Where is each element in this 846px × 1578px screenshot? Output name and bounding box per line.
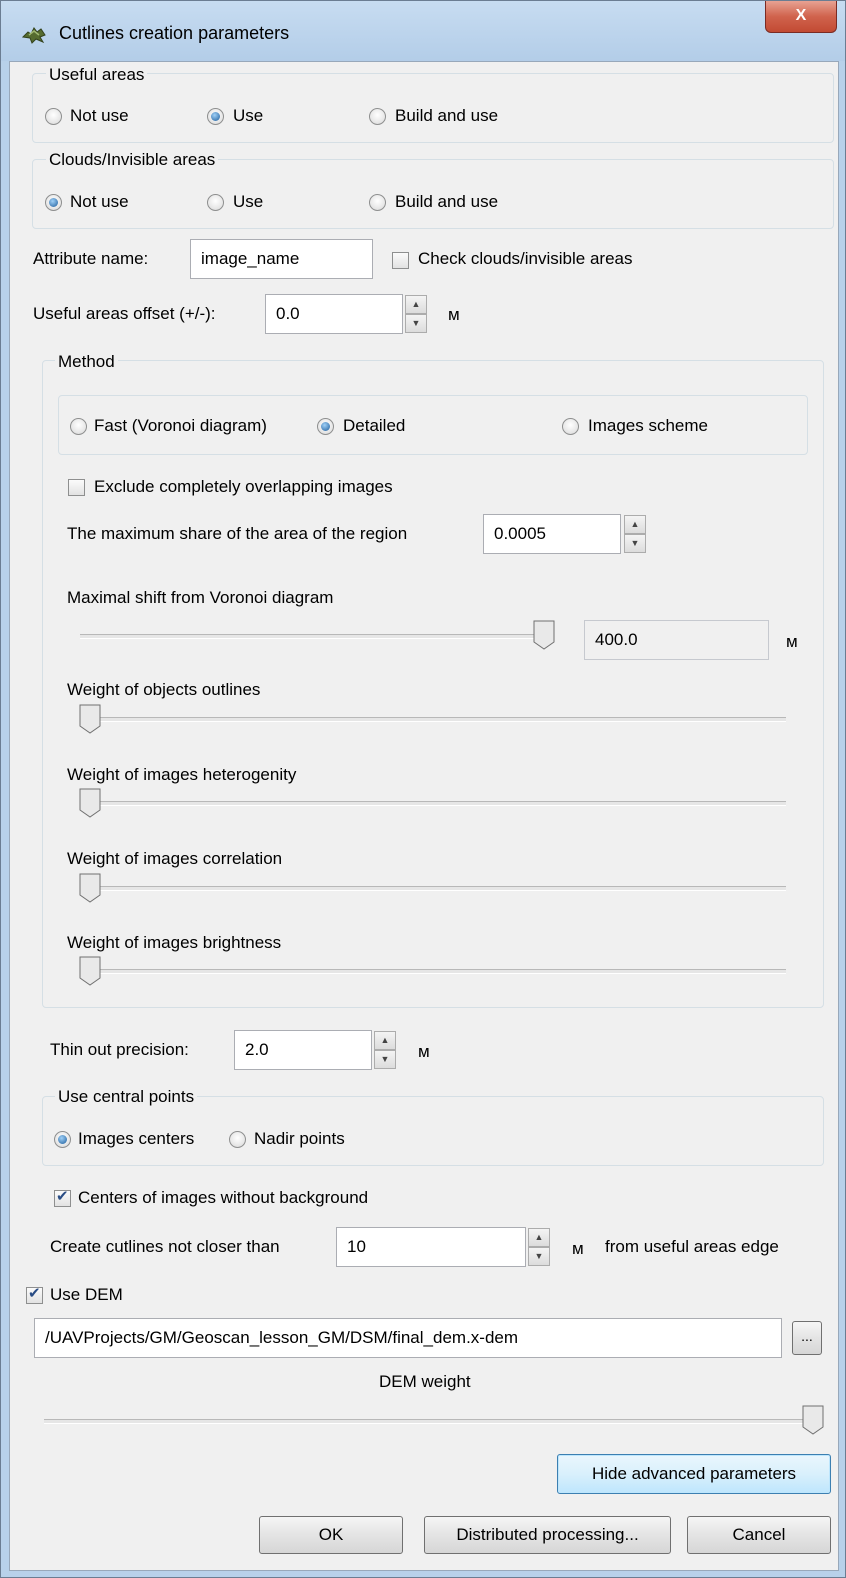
useful-areas-use-radio[interactable] <box>207 108 224 125</box>
use-dem-label[interactable]: Use DEM <box>50 1285 123 1305</box>
images-centers-radio[interactable] <box>54 1131 71 1148</box>
exclude-overlapping-label[interactable]: Exclude completely overlapping images <box>94 477 393 497</box>
dem-path-input[interactable]: /UAVProjects/GM/Geoscan_lesson_GM/DSM/fi… <box>34 1318 782 1358</box>
weight-brightness-track[interactable] <box>80 969 786 974</box>
cutlines-distance-stepper[interactable]: ▲ ▼ <box>528 1228 550 1266</box>
attribute-name-input[interactable]: image_name <box>190 239 373 279</box>
attribute-name-label: Attribute name: <box>33 249 149 268</box>
weight-correlation-slider-handle[interactable] <box>79 873 101 903</box>
check-clouds-checkbox[interactable] <box>392 252 409 269</box>
method-fast-label[interactable]: Fast (Voronoi diagram) <box>94 416 267 436</box>
offset-input[interactable]: 0.0 <box>265 294 403 334</box>
spin-down-icon[interactable]: ▼ <box>624 534 646 553</box>
close-button[interactable]: X <box>765 1 837 33</box>
hide-advanced-button[interactable]: Hide advanced parameters <box>557 1454 831 1494</box>
thin-out-label: Thin out precision: <box>50 1040 189 1059</box>
method-detailed-radio[interactable] <box>317 418 334 435</box>
spin-up-icon[interactable]: ▲ <box>405 295 427 314</box>
check-clouds-label[interactable]: Check clouds/invisible areas <box>418 249 633 269</box>
cutlines-distance-label: Create cutlines not closer than <box>50 1237 280 1256</box>
max-shift-value-field: 400.0 <box>584 620 769 660</box>
spin-up-icon[interactable]: ▲ <box>624 515 646 534</box>
offset-stepper[interactable]: ▲ ▼ <box>405 295 427 333</box>
method-label: Method <box>55 352 118 372</box>
spin-down-icon[interactable]: ▼ <box>528 1247 550 1266</box>
dem-weight-label: DEM weight <box>379 1372 471 1391</box>
offset-unit: м <box>448 305 460 324</box>
centers-background-label[interactable]: Centers of images without background <box>78 1188 368 1208</box>
spin-up-icon[interactable]: ▲ <box>528 1228 550 1247</box>
clouds-not-use-label[interactable]: Not use <box>70 192 129 212</box>
max-shift-unit: м <box>786 632 798 651</box>
dem-weight-slider-handle[interactable] <box>802 1405 824 1435</box>
weight-objects-track[interactable] <box>80 717 786 722</box>
cutlines-distance-input[interactable]: 10 <box>336 1227 526 1267</box>
method-fast-radio[interactable] <box>70 418 87 435</box>
weight-heterogenity-slider-handle[interactable] <box>79 788 101 818</box>
weight-objects-slider-handle[interactable] <box>79 704 101 734</box>
thin-out-unit: м <box>418 1042 430 1061</box>
max-shift-track[interactable] <box>80 634 546 639</box>
nadir-points-label[interactable]: Nadir points <box>254 1129 345 1149</box>
weight-heterogenity-label: Weight of images heterogenity <box>67 765 297 784</box>
clouds-use-radio[interactable] <box>207 194 224 211</box>
cutlines-distance-unit: м <box>572 1239 584 1258</box>
ok-button[interactable]: OK <box>259 1516 403 1554</box>
method-detailed-label[interactable]: Detailed <box>343 416 405 436</box>
spin-down-icon[interactable]: ▼ <box>374 1050 396 1069</box>
window-title: Cutlines creation parameters <box>59 23 290 43</box>
images-centers-label[interactable]: Images centers <box>78 1129 194 1149</box>
dem-weight-track[interactable] <box>44 1419 820 1424</box>
spin-up-icon[interactable]: ▲ <box>374 1031 396 1050</box>
thin-out-input[interactable]: 2.0 <box>234 1030 372 1070</box>
dialog-client: Useful areas Not use Use Build and use C… <box>9 61 839 1571</box>
app-icon <box>21 27 46 44</box>
spin-down-icon[interactable]: ▼ <box>405 314 427 333</box>
exclude-overlapping-checkbox[interactable] <box>68 479 85 496</box>
clouds-areas-label: Clouds/Invisible areas <box>46 150 219 170</box>
cancel-button[interactable]: Cancel <box>687 1516 831 1554</box>
clouds-use-label[interactable]: Use <box>233 192 263 212</box>
useful-areas-build-label[interactable]: Build and use <box>395 106 498 126</box>
max-share-stepper[interactable]: ▲ ▼ <box>624 515 646 553</box>
useful-areas-build-radio[interactable] <box>369 108 386 125</box>
method-scheme-label[interactable]: Images scheme <box>588 416 708 436</box>
nadir-points-radio[interactable] <box>229 1131 246 1148</box>
offset-label: Useful areas offset (+/-): <box>33 304 216 323</box>
title-bar[interactable]: Cutlines creation parameters X <box>1 1 845 61</box>
weight-correlation-track[interactable] <box>80 886 786 891</box>
weight-objects-label: Weight of objects outlines <box>67 680 261 699</box>
browse-button[interactable]: ... <box>792 1321 822 1355</box>
max-shift-slider-handle[interactable] <box>533 620 555 650</box>
useful-areas-label: Useful areas <box>46 65 148 85</box>
central-points-label: Use central points <box>55 1087 198 1107</box>
max-share-label: The maximum share of the area of the reg… <box>67 524 408 543</box>
weight-brightness-slider-handle[interactable] <box>79 956 101 986</box>
useful-areas-not-use-label[interactable]: Not use <box>70 106 129 126</box>
useful-areas-use-label[interactable]: Use <box>233 106 263 126</box>
distributed-processing-button[interactable]: Distributed processing... <box>424 1516 671 1554</box>
close-icon: X <box>795 7 807 24</box>
thin-out-stepper[interactable]: ▲ ▼ <box>374 1031 396 1069</box>
max-share-input[interactable]: 0.0005 <box>483 514 621 554</box>
dialog-window: Cutlines creation parameters X Useful ar… <box>0 0 846 1578</box>
weight-brightness-label: Weight of images brightness <box>67 933 282 952</box>
method-scheme-radio[interactable] <box>562 418 579 435</box>
clouds-build-radio[interactable] <box>369 194 386 211</box>
useful-areas-not-use-radio[interactable] <box>45 108 62 125</box>
centers-background-checkbox[interactable] <box>54 1187 71 1207</box>
weight-heterogenity-track[interactable] <box>80 801 786 806</box>
clouds-not-use-radio[interactable] <box>45 194 62 211</box>
weight-correlation-label: Weight of images correlation <box>67 849 283 868</box>
max-shift-label: Maximal shift from Voronoi diagram <box>67 588 334 607</box>
use-dem-checkbox[interactable] <box>26 1284 43 1304</box>
cutlines-distance-suffix: from useful areas edge <box>605 1237 779 1256</box>
clouds-build-label[interactable]: Build and use <box>395 192 498 212</box>
